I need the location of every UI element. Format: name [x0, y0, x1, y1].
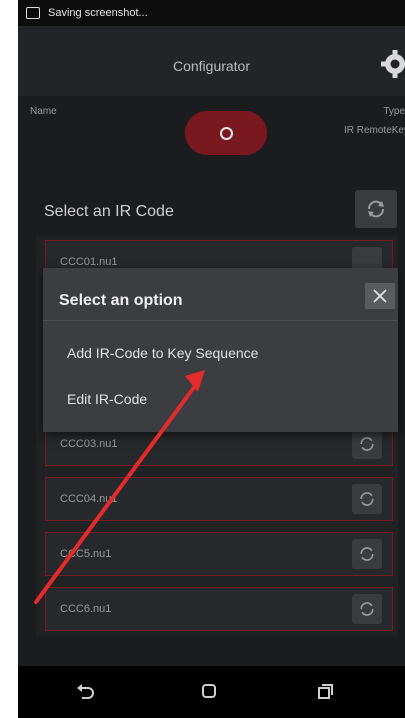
- annotation-arrow: [34, 370, 205, 604]
